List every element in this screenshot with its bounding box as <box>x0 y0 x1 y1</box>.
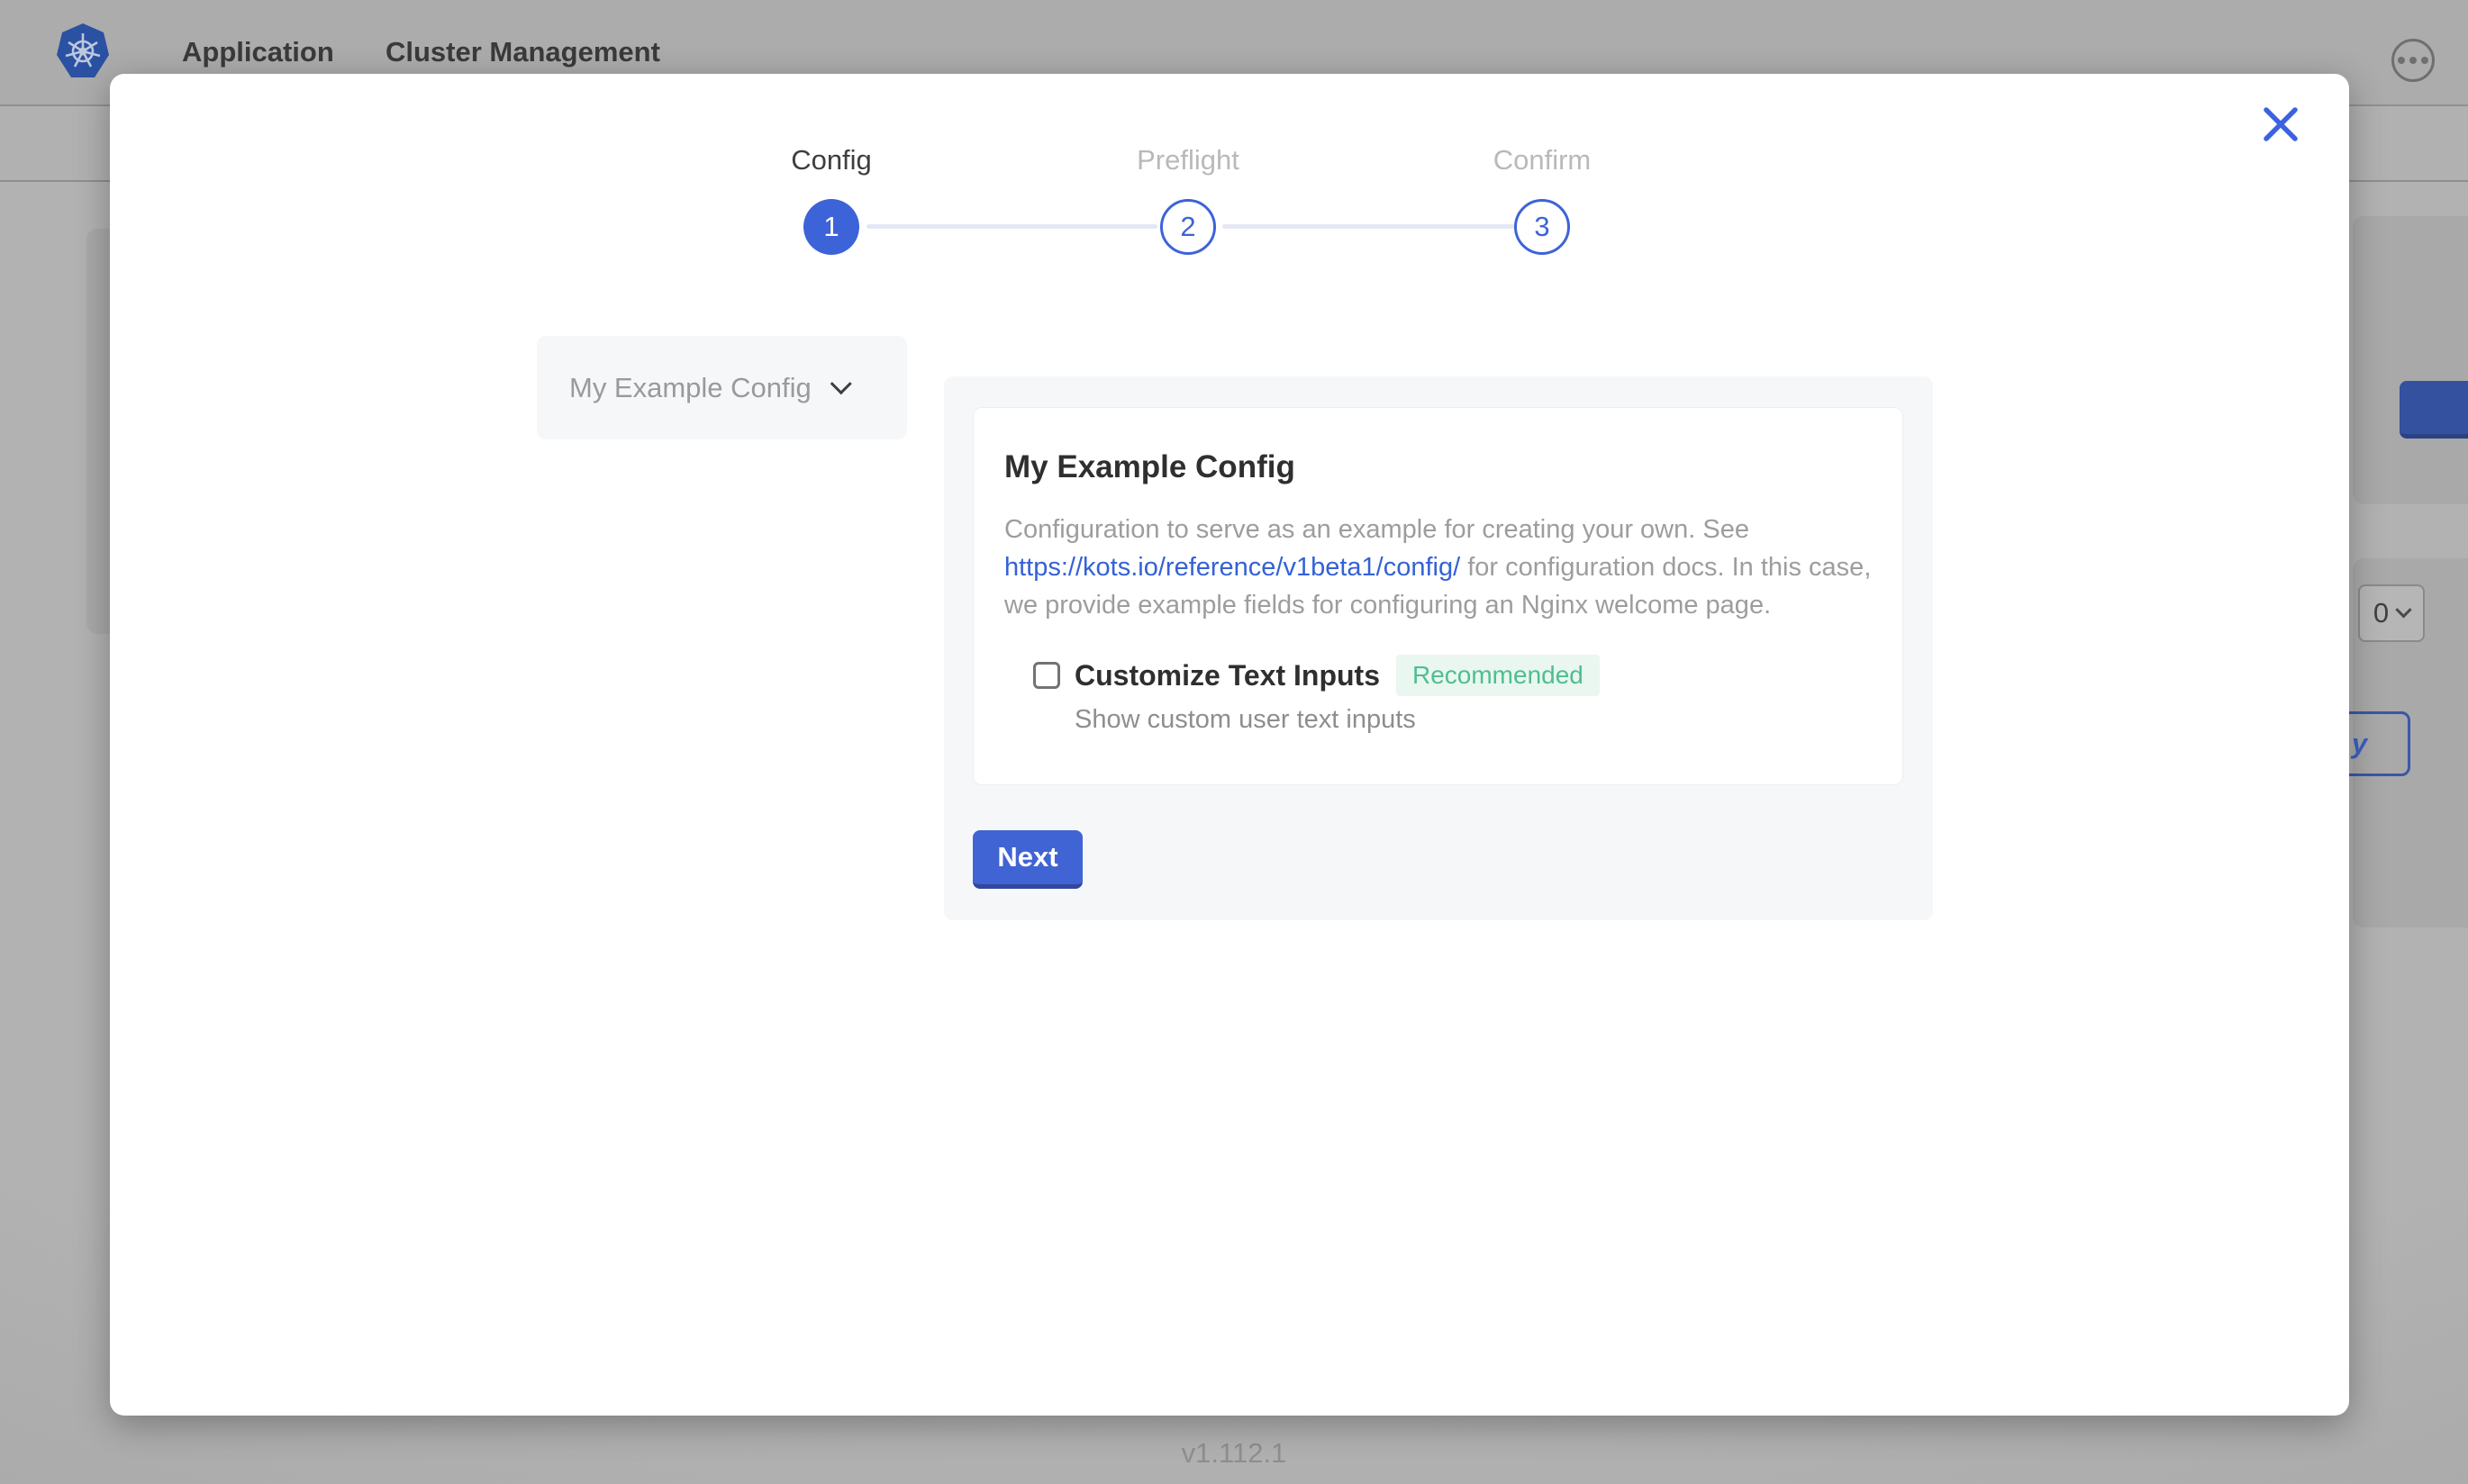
config-description-line2-rest: for configuration docs. In this case, <box>1460 553 1871 582</box>
next-button[interactable]: Next <box>973 830 1083 889</box>
recommended-badge: Recommended <box>1396 655 1600 696</box>
ellipsis-menu-icon <box>2391 39 2435 82</box>
background-panel-right-top <box>2353 216 2468 504</box>
background-select-value: 0 <box>2373 597 2389 629</box>
step-label-confirm: Confirm <box>1407 144 1677 176</box>
config-group-label: My Example Config <box>569 372 812 404</box>
background-blue-button <box>2400 381 2468 439</box>
config-description-line2: https://kots.io/reference/v1beta1/config… <box>1004 548 1872 586</box>
customize-text-inputs-option: Customize Text Inputs Recommended <box>1004 655 1872 696</box>
config-description-line3: we provide example fields for configurin… <box>1004 586 1872 624</box>
config-card: My Example Config Configuration to serve… <box>973 407 1903 785</box>
customize-text-inputs-checkbox[interactable] <box>1033 662 1060 689</box>
step-circle-2: 2 <box>1160 199 1216 255</box>
step-connector <box>1222 224 1515 229</box>
close-icon[interactable] <box>2257 101 2304 148</box>
config-section-title: My Example Config <box>1004 449 1872 485</box>
config-group-selector[interactable]: My Example Config <box>537 336 907 439</box>
chevron-down-icon <box>830 373 852 394</box>
step-label-config: Config <box>696 144 966 176</box>
step-connector <box>867 224 1157 229</box>
config-description: Configuration to serve as an example for… <box>1004 511 1872 624</box>
config-wizard-modal: Config Preflight Confirm 1 2 3 My Exampl… <box>110 74 2349 1416</box>
step-circle-1: 1 <box>803 199 859 255</box>
step-circle-3: 3 <box>1514 199 1570 255</box>
config-panel: My Example Config Configuration to serve… <box>944 376 1933 920</box>
config-docs-link[interactable]: https://kots.io/reference/v1beta1/config… <box>1004 553 1460 582</box>
step-label-preflight: Preflight <box>1053 144 1323 176</box>
customize-text-inputs-label: Customize Text Inputs <box>1075 659 1380 692</box>
background-select: 0 <box>2358 584 2425 642</box>
background-outlined-button-label: y <box>2352 728 2367 760</box>
chevron-down-icon <box>2395 602 2411 618</box>
app-version: v1.112.1 <box>0 1437 2468 1470</box>
customize-text-inputs-help: Show custom user text inputs <box>1075 705 1872 735</box>
kubernetes-logo <box>54 23 112 82</box>
config-description-line1: Configuration to serve as an example for… <box>1004 511 1872 548</box>
